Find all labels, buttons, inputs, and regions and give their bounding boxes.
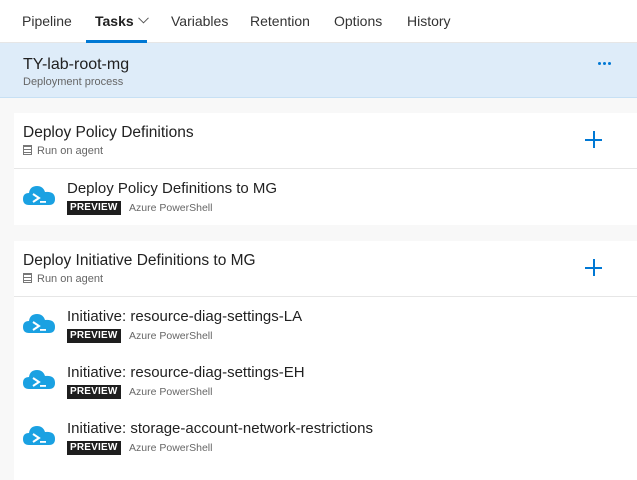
stage-title: TY-lab-root-mg (23, 56, 130, 73)
job-title: Deploy Initiative Definitions to MG (23, 252, 256, 269)
agent-text: Run on agent (37, 273, 104, 285)
task-item[interactable]: Deploy Policy Definitions to MG PREVIEW … (14, 170, 637, 226)
task-type: Azure PowerShell (129, 386, 213, 398)
server-icon (23, 145, 32, 155)
agent-text: Run on agent (37, 145, 104, 157)
tab-variables[interactable]: Variables (171, 13, 228, 29)
preview-badge: PREVIEW (67, 329, 121, 343)
job-title: Deploy Policy Definitions (23, 124, 194, 141)
plus-icon[interactable] (584, 258, 604, 278)
preview-badge: PREVIEW (67, 201, 121, 215)
plus-icon[interactable] (584, 130, 604, 150)
task-type: Azure PowerShell (129, 330, 213, 342)
task-type: Azure PowerShell (129, 442, 213, 454)
preview-badge: PREVIEW (67, 441, 121, 455)
task-title: Initiative: storage-account-network-rest… (67, 420, 373, 437)
top-tab-bar: Pipeline Tasks Variables Retention Optio… (0, 0, 637, 43)
task-item[interactable]: Initiative: resource-diag-settings-EH PR… (14, 354, 637, 410)
tab-history[interactable]: History (407, 13, 451, 29)
tab-options[interactable]: Options (334, 13, 382, 29)
azure-powershell-cloud-icon (23, 186, 55, 205)
agent-job-policy-definitions: Deploy Policy Definitions Run on agent D… (14, 113, 637, 225)
chevron-down-icon[interactable] (137, 17, 149, 24)
stage-header[interactable]: TY-lab-root-mg Deployment process (0, 43, 637, 98)
task-title: Initiative: resource-diag-settings-LA (67, 308, 303, 325)
preview-badge: PREVIEW (67, 385, 121, 399)
stage-subtitle: Deployment process (23, 76, 124, 88)
azure-powershell-cloud-icon (23, 426, 55, 445)
task-item[interactable]: Initiative: resource-diag-settings-LA PR… (14, 298, 637, 354)
task-type: Azure PowerShell (129, 202, 213, 214)
azure-powershell-cloud-icon (23, 370, 55, 389)
job-header[interactable]: Deploy Policy Definitions Run on agent (14, 113, 637, 169)
job-agent-label: Run on agent (23, 145, 103, 157)
job-agent-label: Run on agent (23, 273, 103, 285)
azure-powershell-cloud-icon (23, 314, 55, 333)
task-title: Deploy Policy Definitions to MG (67, 180, 278, 197)
task-item[interactable]: Initiative: storage-account-network-rest… (14, 410, 637, 466)
task-title: Initiative: resource-diag-settings-EH (67, 364, 305, 381)
agent-job-initiative-definitions: Deploy Initiative Definitions to MG Run … (14, 241, 637, 480)
tab-tasks[interactable]: Tasks (95, 13, 149, 29)
server-icon (23, 273, 32, 283)
job-header[interactable]: Deploy Initiative Definitions to MG Run … (14, 241, 637, 297)
tab-tasks-label: Tasks (95, 13, 134, 29)
tab-pipeline[interactable]: Pipeline (22, 13, 72, 29)
tab-retention[interactable]: Retention (250, 13, 310, 29)
ellipsis-icon[interactable] (594, 59, 614, 69)
